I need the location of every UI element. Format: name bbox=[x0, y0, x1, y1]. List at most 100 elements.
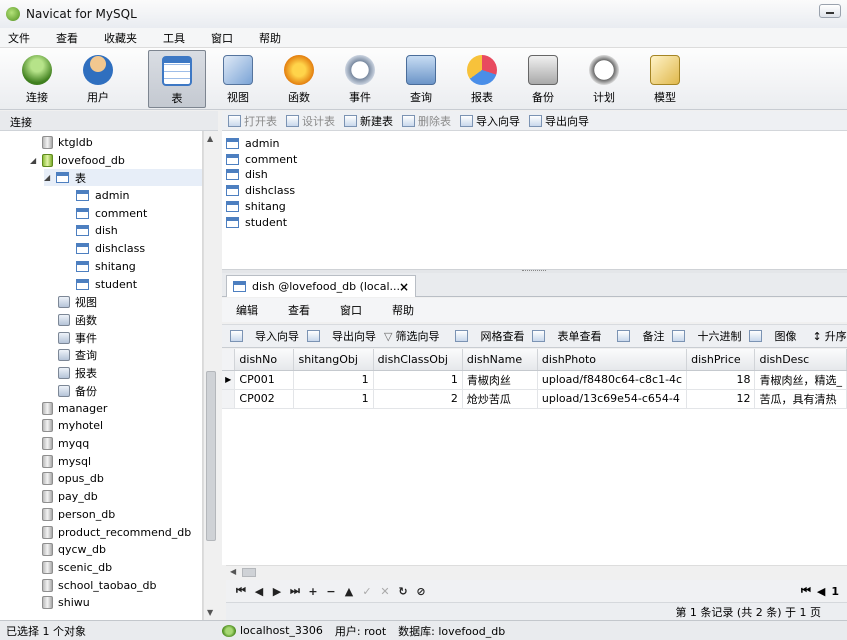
hex-button[interactable]: 十六进制 bbox=[672, 328, 741, 344]
report-button[interactable]: 报表 bbox=[453, 50, 511, 108]
stop-icon[interactable]: ⊘ bbox=[412, 585, 430, 598]
grid-cell[interactable]: 12 bbox=[686, 389, 756, 409]
scrollbar-thumb[interactable] bbox=[206, 371, 216, 541]
first-record-icon[interactable]: ⏮ bbox=[232, 584, 250, 598]
move-up-icon[interactable]: ▲ bbox=[340, 585, 358, 598]
cancel-x-icon[interactable]: ✕ bbox=[376, 585, 394, 598]
prev-record-icon[interactable]: ◀ bbox=[250, 585, 268, 598]
grid-cell[interactable]: CP002 bbox=[234, 389, 295, 409]
scroll-left-arrow-icon[interactable]: ◀ bbox=[230, 567, 236, 576]
object-list-item[interactable]: student bbox=[226, 214, 287, 230]
tree-reports-node[interactable]: 报表 bbox=[58, 364, 97, 381]
column-header[interactable]: shitangObj bbox=[293, 349, 374, 371]
tree-queries-node[interactable]: 查询 bbox=[58, 346, 97, 363]
scrollbar-thumb[interactable] bbox=[242, 568, 256, 577]
tree-db-item[interactable]: shiwu bbox=[42, 594, 90, 611]
tree-db-item[interactable]: myqq bbox=[42, 435, 89, 452]
grid-cell[interactable]: upload/f8480c64-c8c1-4c bbox=[537, 370, 688, 390]
scroll-up-arrow-icon[interactable]: ▲ bbox=[207, 134, 213, 143]
column-header[interactable]: dishName bbox=[462, 349, 538, 371]
apply-check-icon[interactable]: ✓ bbox=[358, 585, 376, 598]
tree-db-item[interactable]: manager bbox=[42, 400, 107, 417]
column-header[interactable]: dishPhoto bbox=[537, 349, 688, 371]
column-header[interactable]: dishNo bbox=[234, 349, 295, 371]
tree-table-item[interactable]: admin bbox=[76, 187, 129, 204]
add-record-icon[interactable]: + bbox=[304, 585, 322, 598]
tree-scrollbar[interactable]: ▲ ▼ bbox=[203, 131, 218, 620]
grid-cell[interactable]: 青椒肉丝，精选_ bbox=[754, 370, 847, 390]
backup-button[interactable]: 备份 bbox=[514, 50, 572, 108]
tree-table-item[interactable]: comment bbox=[76, 205, 147, 222]
menu-favorites[interactable]: 收藏夹 bbox=[104, 30, 137, 46]
grid-import-button[interactable]: 导入向导 bbox=[230, 328, 299, 344]
tree-backups-node[interactable]: 备份 bbox=[58, 382, 97, 399]
prev-page-icon[interactable]: ◀ bbox=[817, 585, 825, 598]
connection-button[interactable]: 连接 bbox=[8, 50, 66, 108]
tree-db-item[interactable]: person_db bbox=[42, 506, 115, 523]
tree-db-item[interactable]: myhotel bbox=[42, 417, 103, 434]
form-view-button[interactable]: 表单查看 bbox=[532, 328, 601, 344]
delete-record-icon[interactable]: − bbox=[322, 585, 340, 598]
tree-tables-node[interactable]: ◢ 表 bbox=[44, 169, 202, 186]
object-list-item[interactable]: admin bbox=[226, 135, 279, 151]
tree-db-item[interactable]: opus_db bbox=[42, 470, 104, 487]
memo-button[interactable]: 备注 bbox=[617, 328, 664, 344]
menu-help[interactable]: 帮助 bbox=[259, 30, 281, 46]
tree-db-item[interactable]: qycw_db bbox=[42, 541, 106, 558]
sort-ascending-button[interactable]: ↕升序排序 bbox=[812, 328, 847, 344]
tree-db-item[interactable]: pay_db bbox=[42, 488, 98, 505]
column-header[interactable]: dishPrice bbox=[686, 349, 756, 371]
menu-tools[interactable]: 工具 bbox=[163, 30, 185, 46]
grid-export-button[interactable]: 导出向导 bbox=[307, 328, 376, 344]
collapse-arrow-icon[interactable]: ◢ bbox=[30, 156, 39, 165]
tree-table-item[interactable]: student bbox=[76, 276, 137, 293]
grid-cell[interactable]: 苦瓜，具有清热 bbox=[754, 389, 847, 409]
tree-db-item[interactable]: mysql bbox=[42, 453, 91, 470]
menu-file[interactable]: 文件 bbox=[8, 30, 30, 46]
delete-table-button[interactable]: 删除表 bbox=[402, 113, 451, 129]
table-button[interactable]: 表 bbox=[148, 50, 206, 108]
tree-functions-node[interactable]: 函数 bbox=[58, 311, 97, 328]
grid-cell[interactable]: 18 bbox=[686, 370, 756, 390]
table-menu-view[interactable]: 查看 bbox=[288, 302, 310, 318]
grid-cell[interactable]: 1 bbox=[293, 370, 374, 390]
design-table-button[interactable]: 设计表 bbox=[286, 113, 335, 129]
minimize-button[interactable] bbox=[819, 4, 841, 18]
tree-table-item[interactable]: dishclass bbox=[76, 240, 145, 257]
grid-view-button[interactable]: 网格查看 bbox=[455, 328, 524, 344]
tree-db-item[interactable]: product_recommend_db bbox=[42, 524, 191, 541]
next-record-icon[interactable]: ▶ bbox=[268, 585, 286, 598]
tab-dish-table[interactable]: dish @lovefood_db (local... × bbox=[226, 275, 416, 297]
table-menu-help[interactable]: 帮助 bbox=[392, 302, 414, 318]
grid-cell[interactable]: CP001 bbox=[234, 370, 295, 390]
first-page-icon[interactable]: ⏮ bbox=[801, 584, 811, 598]
model-button[interactable]: 模型 bbox=[636, 50, 694, 108]
tree-db-ktgldb[interactable]: ktgldb bbox=[42, 134, 93, 151]
collapse-arrow-icon[interactable]: ◢ bbox=[44, 173, 53, 182]
table-row[interactable]: CP002 1 2 炝炒苦瓜 upload/13c69e54-c654-4 12… bbox=[222, 389, 847, 409]
export-wizard-button[interactable]: 导出向导 bbox=[529, 113, 589, 129]
schedule-button[interactable]: 计划 bbox=[575, 50, 633, 108]
tree-db-item[interactable]: school_taobao_db bbox=[42, 577, 156, 594]
object-list-item[interactable]: dishclass bbox=[226, 182, 295, 198]
table-menu-window[interactable]: 窗口 bbox=[340, 302, 362, 318]
scroll-down-arrow-icon[interactable]: ▼ bbox=[207, 608, 213, 617]
tree-db-lovefood[interactable]: ◢ lovefood_db bbox=[30, 152, 125, 169]
grid-horizontal-scrollbar[interactable]: ◀ bbox=[226, 565, 847, 579]
grid-cell[interactable]: 青椒肉丝 bbox=[462, 370, 538, 390]
import-wizard-button[interactable]: 导入向导 bbox=[460, 113, 520, 129]
table-menu-edit[interactable]: 编辑 bbox=[236, 302, 258, 318]
close-tab-icon[interactable]: × bbox=[399, 280, 409, 294]
query-button[interactable]: 查询 bbox=[392, 50, 450, 108]
tree-table-item[interactable]: shitang bbox=[76, 258, 136, 275]
grid-cell[interactable]: 炝炒苦瓜 bbox=[462, 389, 538, 409]
tree-views-node[interactable]: 视图 bbox=[58, 293, 97, 310]
function-button[interactable]: 函数 bbox=[270, 50, 328, 108]
column-header[interactable]: dishDesc bbox=[754, 349, 847, 371]
column-header[interactable]: dishClassObj bbox=[373, 349, 463, 371]
object-list-item[interactable]: dish bbox=[226, 166, 268, 182]
refresh-icon[interactable]: ↻ bbox=[394, 585, 412, 598]
grid-cell[interactable]: 1 bbox=[373, 370, 463, 390]
image-button[interactable]: 图像 bbox=[749, 328, 796, 344]
tree-db-item[interactable]: scenic_db bbox=[42, 559, 112, 576]
